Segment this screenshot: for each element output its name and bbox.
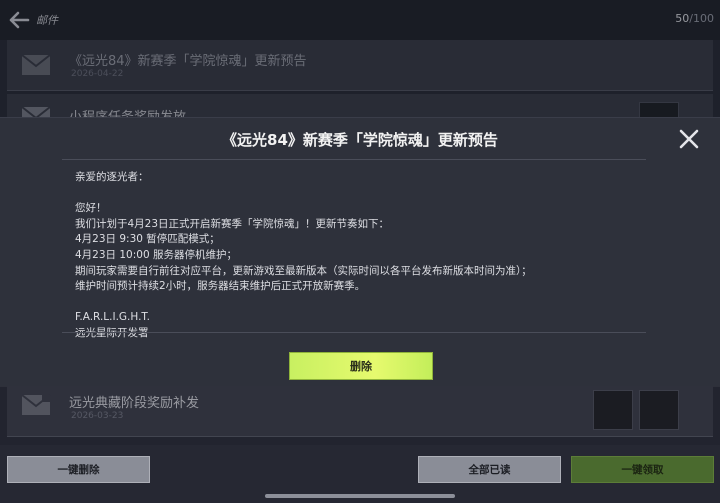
mail-body: 亲爱的逐光者： 您好！ 我们计划于4月23日正式开启新赛季「学院惊魂」！更新节奏… bbox=[75, 171, 532, 339]
mail-title: 远光典藏阶段奖励补发 bbox=[69, 396, 200, 411]
dialog-title: 《远光84》新赛季「学院惊魂」更新预告 bbox=[222, 131, 498, 149]
divider bbox=[62, 159, 646, 160]
claim-all-button[interactable]: 一键领取 bbox=[571, 456, 714, 483]
envelope-icon bbox=[21, 394, 51, 415]
list-item[interactable]: 远光典藏阶段奖励补发 2026-03-23 bbox=[7, 386, 713, 437]
mail-date: 2026-03-23 bbox=[71, 411, 124, 421]
reward-coin-icon bbox=[639, 390, 679, 430]
delete-button[interactable]: 删除 bbox=[289, 352, 433, 380]
divider bbox=[62, 332, 646, 333]
reward-item-icon bbox=[593, 390, 633, 430]
dim-overlay bbox=[0, 0, 720, 118]
read-all-button[interactable]: 全部已读 bbox=[418, 456, 561, 483]
mail-dialog: 《远光84》新赛季「学院惊魂」更新预告 亲爱的逐光者： 您好！ 我们计划于4月2… bbox=[0, 118, 720, 386]
close-icon[interactable] bbox=[678, 128, 700, 150]
delete-all-button[interactable]: 一键删除 bbox=[7, 456, 150, 483]
home-indicator[interactable] bbox=[265, 494, 455, 498]
